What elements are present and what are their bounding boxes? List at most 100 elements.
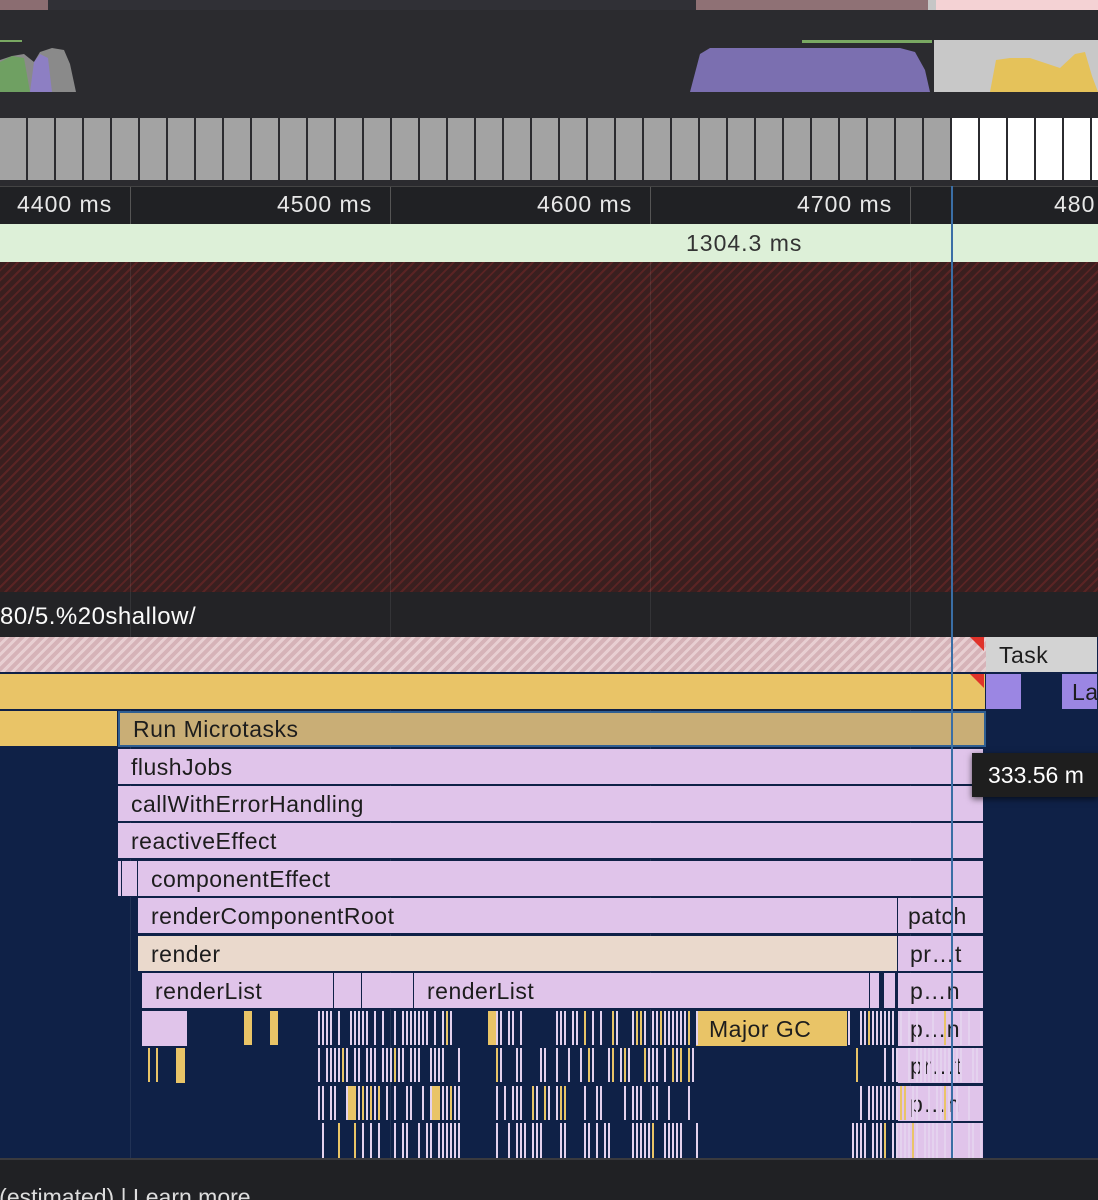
render-bar[interactable]: render xyxy=(138,936,898,972)
call-stripe xyxy=(516,1048,518,1082)
call-stripe xyxy=(334,1086,336,1120)
screenshot-frame xyxy=(420,118,448,180)
call-stripe xyxy=(680,1011,682,1045)
reactiveeffect-bar[interactable]: reactiveEffect xyxy=(118,823,984,859)
call-stripe xyxy=(884,1123,886,1158)
call-stripe xyxy=(968,1011,970,1045)
call-stripe xyxy=(868,1086,870,1120)
call-stripe xyxy=(612,1011,614,1045)
call-stripe xyxy=(410,1048,412,1082)
patch-child-bar[interactable]: p…n xyxy=(898,973,984,1009)
call-stripe xyxy=(896,1086,898,1120)
call-stripe xyxy=(394,1123,396,1158)
call-stripe xyxy=(872,1086,874,1120)
call-stripe xyxy=(338,1048,340,1082)
patch-child-bar[interactable]: p…n xyxy=(898,1011,984,1047)
call-stripe xyxy=(624,1048,626,1082)
call-stripe xyxy=(560,1011,562,1045)
evaluate-script-bar[interactable] xyxy=(0,674,986,710)
call-stripe xyxy=(940,1048,942,1082)
call-stripe xyxy=(940,1086,942,1120)
call-stripe xyxy=(564,1011,566,1045)
call-stripe xyxy=(354,1011,356,1045)
screenshot-filmstrip[interactable] xyxy=(0,0,1098,186)
function-call-bar[interactable] xyxy=(0,711,118,747)
call-stripe xyxy=(604,1123,606,1158)
layout-bar[interactable]: La xyxy=(1062,674,1098,710)
call-stripe xyxy=(916,1123,918,1158)
call-stripe xyxy=(656,1048,658,1082)
task-bar[interactable]: Task xyxy=(986,637,1098,673)
call-stripe xyxy=(536,1123,538,1158)
call-stripe xyxy=(418,1011,420,1045)
screenshot-frame xyxy=(700,118,728,180)
call-stripe xyxy=(382,1048,384,1082)
function-call-bar[interactable] xyxy=(176,1048,186,1084)
screenshot-frame xyxy=(560,118,588,180)
callwitherrorhandling-bar[interactable]: callWithErrorHandling xyxy=(118,786,984,822)
call-stripe xyxy=(362,1011,364,1045)
long-task-bar[interactable] xyxy=(0,637,986,673)
call-bar[interactable] xyxy=(334,973,362,1009)
major-gc-bar[interactable]: Major GC xyxy=(696,1011,848,1047)
run-microtasks-bar[interactable]: Run Microtasks xyxy=(118,711,986,747)
call-bar[interactable] xyxy=(362,973,414,1009)
call-stripe xyxy=(928,1048,930,1082)
call-stripe xyxy=(496,1086,498,1120)
call-stripe xyxy=(564,1123,566,1158)
time-ruler[interactable]: 4400 ms 4500 ms 4600 ms 4700 ms 480 xyxy=(0,186,1098,225)
thread-header[interactable]: 80/5.%20shallow/ xyxy=(0,592,1098,638)
call-bar[interactable] xyxy=(142,1011,188,1047)
call-stripe xyxy=(936,1086,938,1120)
thread-url: 80/5.%20shallow/ xyxy=(0,603,197,630)
call-stripe xyxy=(450,1086,452,1120)
call-stripe xyxy=(540,1048,542,1082)
call-stripe xyxy=(692,1048,694,1082)
screenshot-frame xyxy=(1064,118,1092,180)
call-stripe xyxy=(852,1123,854,1158)
call-stripe xyxy=(354,1048,356,1082)
call-stripe xyxy=(896,1048,898,1082)
screenshot-frame xyxy=(1036,118,1064,180)
screenshot-frame xyxy=(28,118,56,180)
call-stripe xyxy=(880,1086,882,1120)
call-stripe xyxy=(864,1011,866,1045)
call-stripe xyxy=(632,1086,634,1120)
call-stripe xyxy=(672,1011,674,1045)
call-stripe xyxy=(972,1123,974,1158)
rendercomponentroot-bar[interactable]: renderComponentRoot xyxy=(138,898,898,934)
patch-bar[interactable]: patch xyxy=(898,898,984,934)
componenteffect-bar[interactable]: componentEffect xyxy=(138,861,984,897)
call-bar[interactable] xyxy=(884,973,896,1009)
screenshot-frame xyxy=(112,118,140,180)
call-stripe xyxy=(556,1011,558,1045)
call-stripe xyxy=(358,1011,360,1045)
flushjobs-bar[interactable]: flushJobs xyxy=(118,749,984,785)
call-stripe xyxy=(584,1123,586,1158)
call-stripe xyxy=(520,1123,522,1158)
call-stripe xyxy=(414,1011,416,1045)
call-stripe xyxy=(560,1086,562,1120)
timeline-overview[interactable] xyxy=(0,0,1098,186)
renderlist-bar[interactable]: renderList xyxy=(414,973,870,1009)
ruler-tick-label: 4700 ms xyxy=(797,191,893,217)
call-stripe xyxy=(664,1011,666,1045)
patch-child-bar[interactable]: pr…t xyxy=(898,936,984,972)
call-stripe xyxy=(418,1123,420,1158)
call-stripe xyxy=(600,1011,602,1045)
ruler-tick-label: 480 xyxy=(1054,191,1096,217)
call-stripe xyxy=(628,1048,630,1082)
call-stripe xyxy=(390,1048,392,1082)
layout-bar[interactable] xyxy=(986,674,1022,710)
screenshot-frame xyxy=(756,118,784,180)
renderlist-bar[interactable]: renderList xyxy=(142,973,334,1009)
call-bar[interactable] xyxy=(870,973,880,1009)
call-bar[interactable] xyxy=(122,861,138,897)
call-stripe xyxy=(326,1048,328,1082)
selection-duration-bar[interactable]: 1304.3 ms xyxy=(0,224,1098,262)
time-cursor xyxy=(951,186,953,1158)
call-stripe xyxy=(326,1011,328,1045)
call-stripe xyxy=(668,1011,670,1045)
call-stripe xyxy=(458,1123,460,1158)
call-stripe xyxy=(422,1011,424,1045)
